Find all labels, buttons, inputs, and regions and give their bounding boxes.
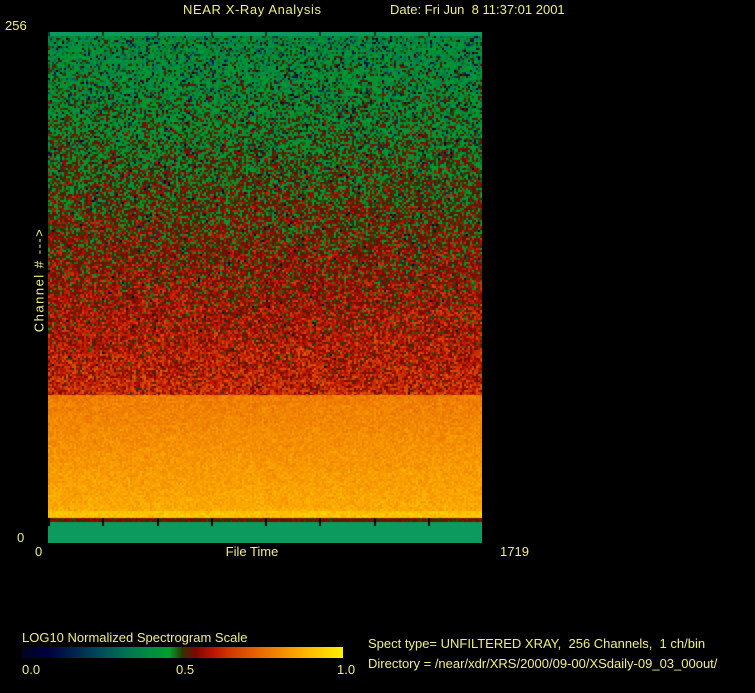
y-axis-min-label: 0 [17,530,25,545]
spect-type-label: Spect type= UNFILTERED XRAY, 256 Channel… [368,636,706,651]
y-axis-max-label: 256 [5,18,27,33]
y-axis-title: Channel # ---> [31,227,47,333]
colorbar-tick-min: 0.0 [22,662,41,677]
page-title: NEAR X-Ray Analysis [183,2,322,17]
app-window: NEAR X-Ray Analysis Date: Fri Jun 8 11:3… [0,0,755,693]
colorbar-gradient [22,647,343,658]
spectrogram-canvas [48,32,482,543]
colorbar-tick-max: 1.0 [337,662,356,677]
x-axis-title: File Time [225,544,279,559]
x-axis-min-label: 0 [35,544,43,559]
colorbar-title: LOG10 Normalized Spectrogram Scale [22,630,248,645]
date-label: Date: Fri Jun 8 11:37:01 2001 [390,2,565,17]
x-axis-max-label: 1719 [500,544,529,559]
colorbar-tick-mid: 0.5 [176,662,195,677]
directory-label: Directory = /near/xdr/XRS/2000/09-00/XSd… [368,656,718,671]
